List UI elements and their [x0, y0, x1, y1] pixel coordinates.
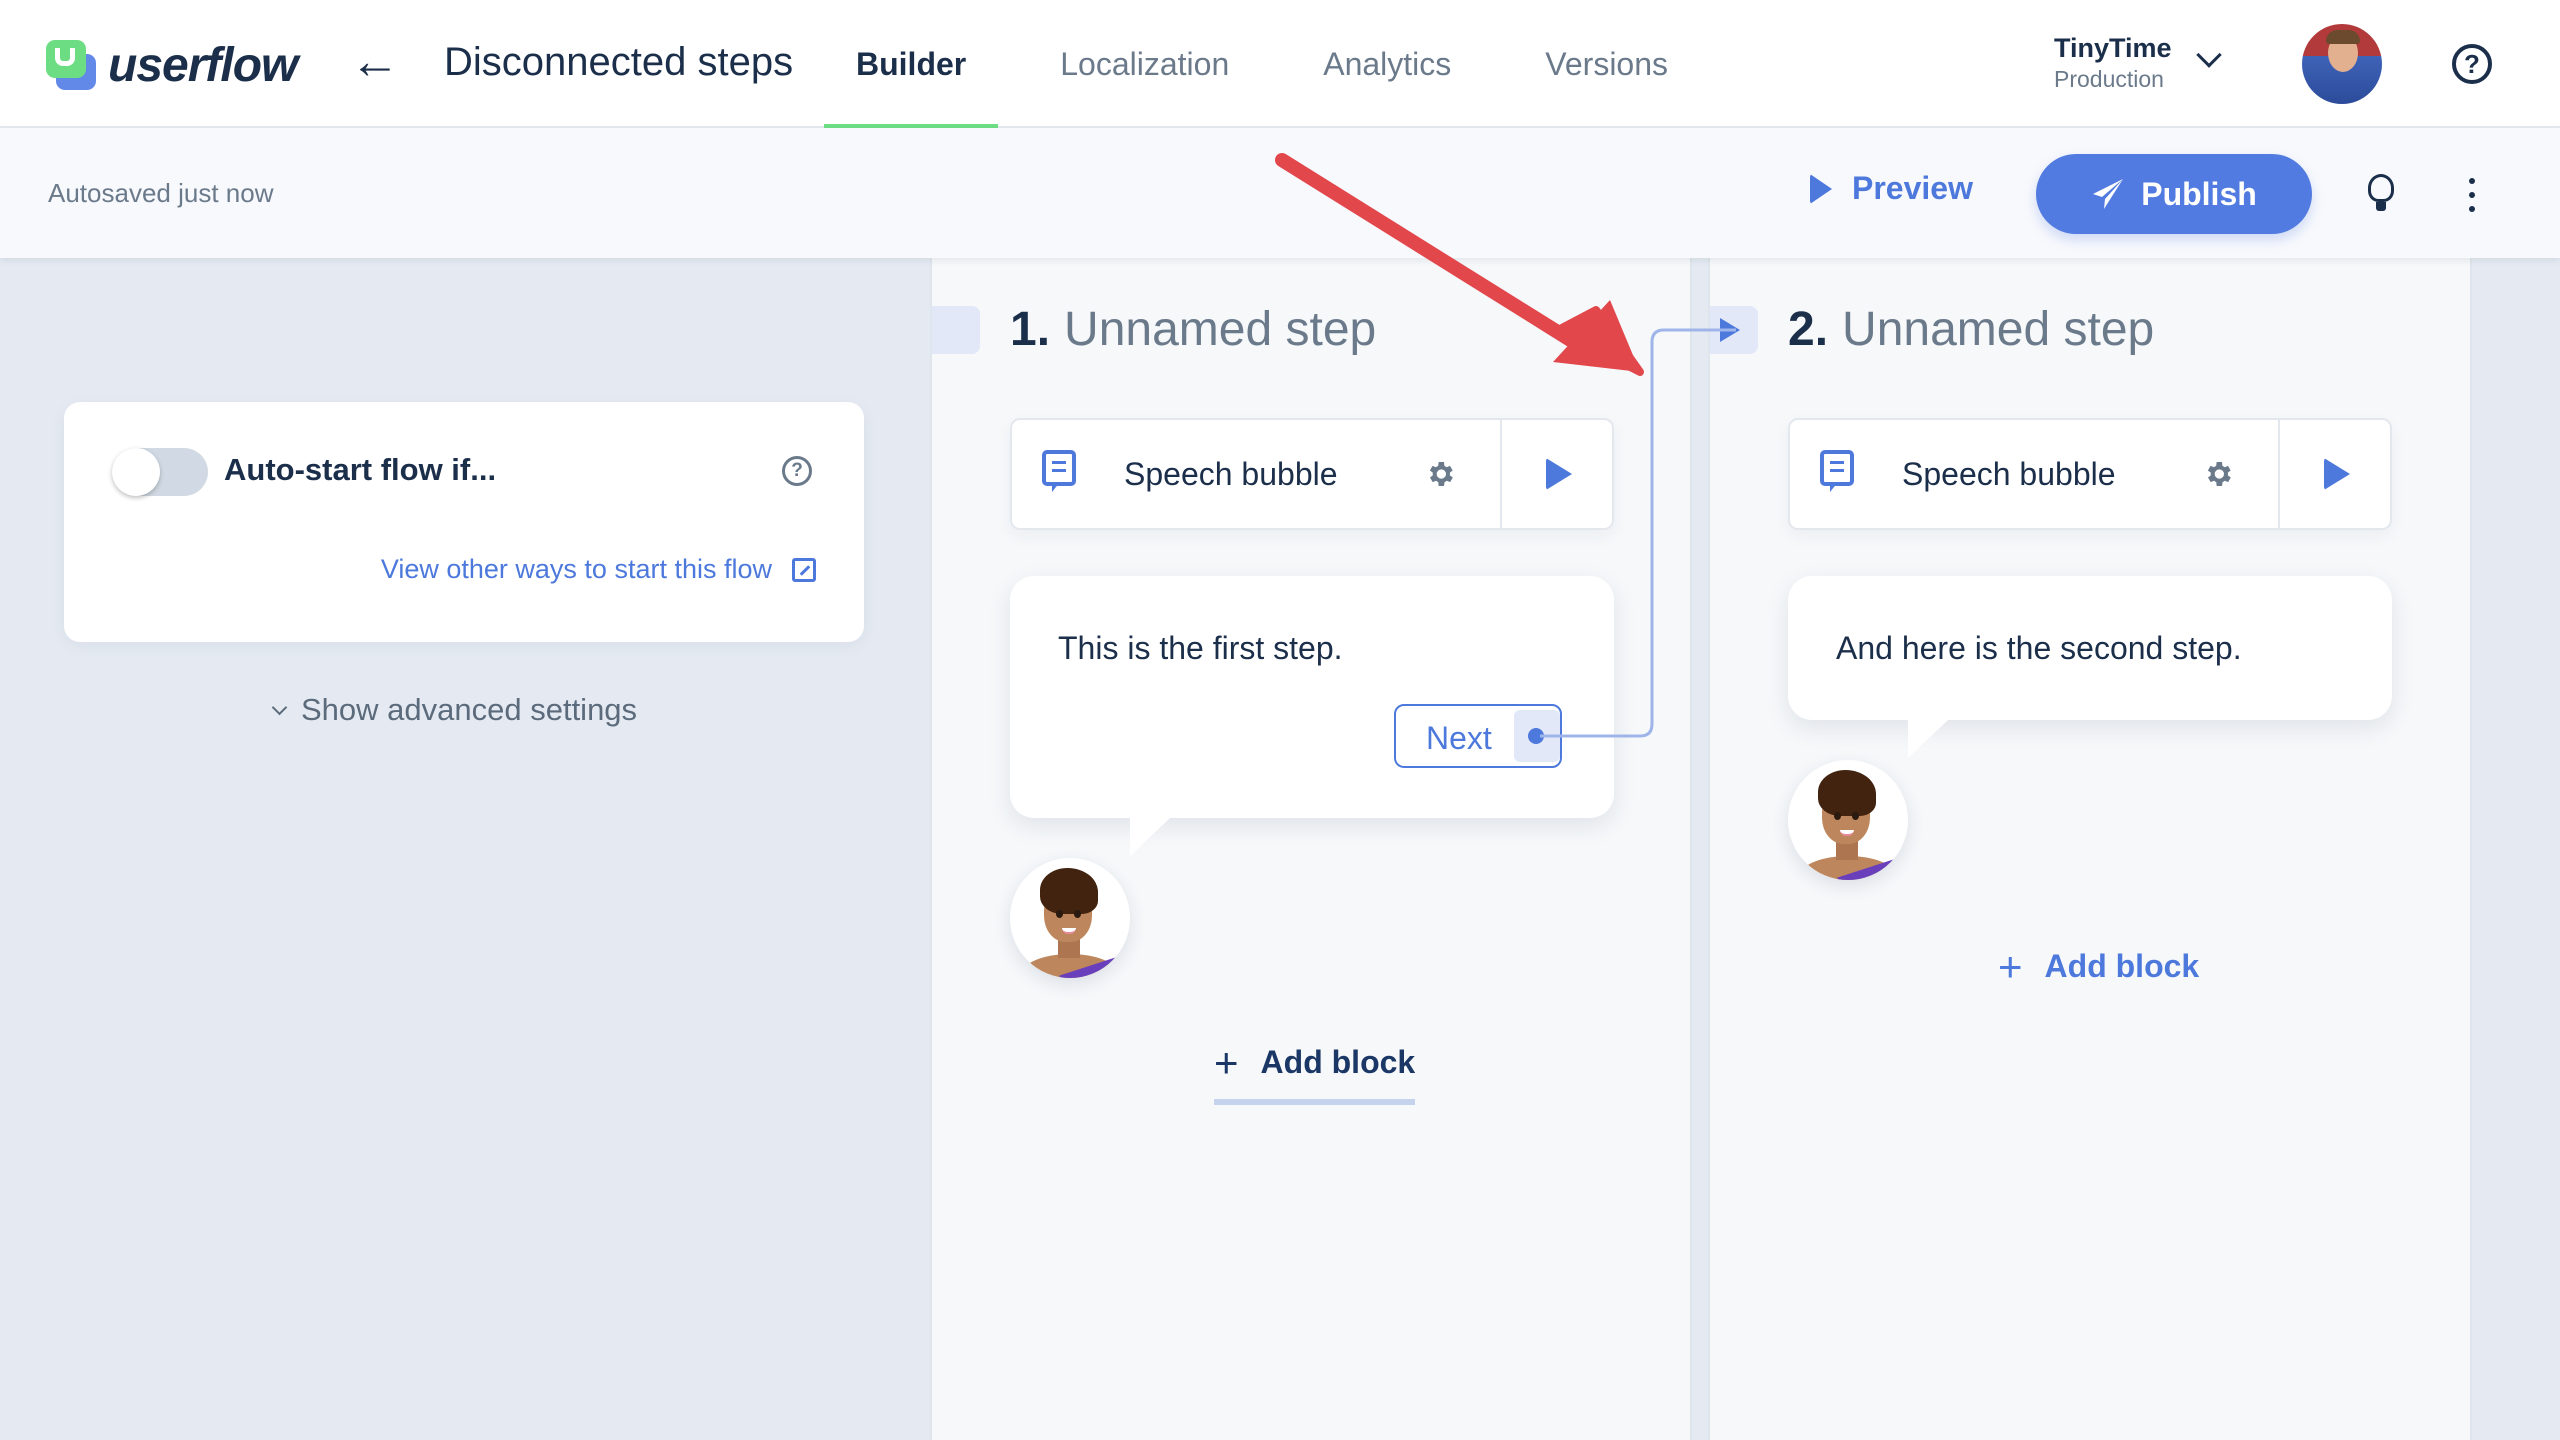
- brand-name: userflow: [108, 39, 298, 92]
- bubble-text: This is the first step.: [1058, 630, 1343, 666]
- assistant-avatar: [1010, 858, 1130, 978]
- speech-bubble-icon: [1042, 450, 1076, 492]
- plus-icon: +: [1214, 1038, 1239, 1086]
- back-arrow-icon[interactable]: ←: [350, 36, 400, 86]
- bubble-text: And here is the second step.: [1836, 630, 2242, 666]
- step-title[interactable]: 2. Unnamed step: [1788, 302, 2154, 357]
- publish-label: Publish: [2141, 175, 2257, 212]
- speech-bubble-preview[interactable]: This is the first step. Next: [1010, 576, 1614, 856]
- preview-label: Preview: [1852, 170, 1973, 206]
- gear-icon[interactable]: [1424, 458, 1456, 490]
- auto-start-label: Auto-start flow if...: [224, 452, 497, 487]
- advanced-settings-label: Show advanced settings: [301, 692, 638, 727]
- step-entry-port[interactable]: [1710, 306, 1758, 354]
- auto-start-card: Auto-start flow if... ? View other ways …: [64, 402, 864, 642]
- next-button[interactable]: Next: [1394, 704, 1562, 768]
- step-title[interactable]: 1. Unnamed step: [1010, 302, 1376, 357]
- publish-button[interactable]: Publish: [2036, 154, 2312, 234]
- step-number: 2.: [1788, 303, 1829, 356]
- block-type-label: Speech bubble: [1124, 456, 1338, 492]
- help-icon[interactable]: ?: [2452, 44, 2492, 84]
- main-tabs: Builder Localization Analytics Versions: [824, 0, 1700, 130]
- help-icon[interactable]: ?: [782, 456, 812, 486]
- preview-button[interactable]: Preview: [1810, 170, 1973, 207]
- bubble-tail: [1908, 720, 1948, 758]
- bubble-tail: [1130, 818, 1170, 856]
- tab-localization[interactable]: Localization: [1028, 0, 1261, 128]
- preview-block-button[interactable]: [2280, 420, 2392, 528]
- connection-dot-icon: [1528, 728, 1544, 744]
- step-name: Unnamed step: [1064, 303, 1377, 356]
- gear-icon[interactable]: [2202, 458, 2234, 490]
- external-link-icon: [792, 557, 816, 582]
- add-block-label: Add block: [2044, 948, 2200, 984]
- play-icon: [1546, 458, 1572, 490]
- play-icon: [1810, 173, 1832, 204]
- plus-icon: +: [1998, 942, 2023, 990]
- user-avatar[interactable]: [2302, 24, 2382, 104]
- autosave-status: Autosaved just now: [48, 178, 274, 208]
- connection-port[interactable]: [1514, 710, 1560, 762]
- next-button-label: Next: [1426, 720, 1492, 756]
- lightbulb-icon[interactable]: [2368, 174, 2394, 214]
- other-ways-link[interactable]: View other ways to start this flow: [381, 554, 816, 585]
- more-options-icon[interactable]: [2462, 178, 2482, 212]
- speech-bubble-block: Speech bubble: [1010, 418, 1614, 530]
- add-block-button[interactable]: + Add block: [1214, 1038, 1416, 1105]
- paper-plane-icon: [2093, 179, 2124, 209]
- account-switcher[interactable]: TinyTime Production: [2054, 32, 2172, 94]
- chevron-down-icon: [271, 699, 288, 715]
- speech-bubble-icon: [1820, 450, 1854, 492]
- other-ways-label: View other ways to start this flow: [380, 554, 772, 584]
- auto-start-toggle[interactable]: [112, 448, 208, 496]
- step-entry-port[interactable]: [932, 306, 980, 354]
- step-name: Unnamed step: [1842, 303, 2155, 356]
- chevron-down-icon[interactable]: [2196, 42, 2222, 68]
- tab-builder[interactable]: Builder: [824, 0, 999, 130]
- top-navigation-bar: userflow ← Disconnected steps Builder Lo…: [0, 0, 2560, 130]
- userflow-logo[interactable]: userflow: [46, 38, 298, 93]
- add-block-button[interactable]: + Add block: [1998, 942, 2200, 990]
- speech-bubble-block: Speech bubble: [1788, 418, 2392, 530]
- step-column-2: 2. Unnamed step Speech bubble And here is…: [1708, 258, 2472, 1440]
- add-block-label: Add block: [1260, 1044, 1416, 1080]
- arrow-right-icon: [1720, 318, 1740, 342]
- step-number: 1.: [1010, 303, 1051, 356]
- show-advanced-settings-toggle[interactable]: Show advanced settings: [271, 692, 638, 728]
- account-environment: Production: [2054, 66, 2164, 92]
- speech-bubble-preview[interactable]: And here is the second step.: [1788, 576, 2392, 758]
- play-icon: [2324, 458, 2350, 490]
- tab-versions[interactable]: Versions: [1513, 0, 1700, 128]
- builder-toolbar: Autosaved just now Preview Publish: [0, 128, 2560, 258]
- account-name: TinyTime: [2054, 33, 2172, 63]
- column-gap: [1692, 258, 1708, 1440]
- flow-settings-panel: Auto-start flow if... ? View other ways …: [0, 258, 930, 1440]
- block-type-label: Speech bubble: [1902, 456, 2116, 492]
- tab-analytics[interactable]: Analytics: [1291, 0, 1483, 128]
- assistant-avatar: [1788, 760, 1908, 880]
- preview-block-button[interactable]: [1502, 420, 1614, 528]
- step-column-1: 1. Unnamed step Speech bubble This is the…: [930, 258, 1692, 1440]
- flow-title: Disconnected steps: [444, 40, 794, 84]
- canvas-edge: [2472, 258, 2560, 1440]
- userflow-logo-icon: [46, 39, 100, 92]
